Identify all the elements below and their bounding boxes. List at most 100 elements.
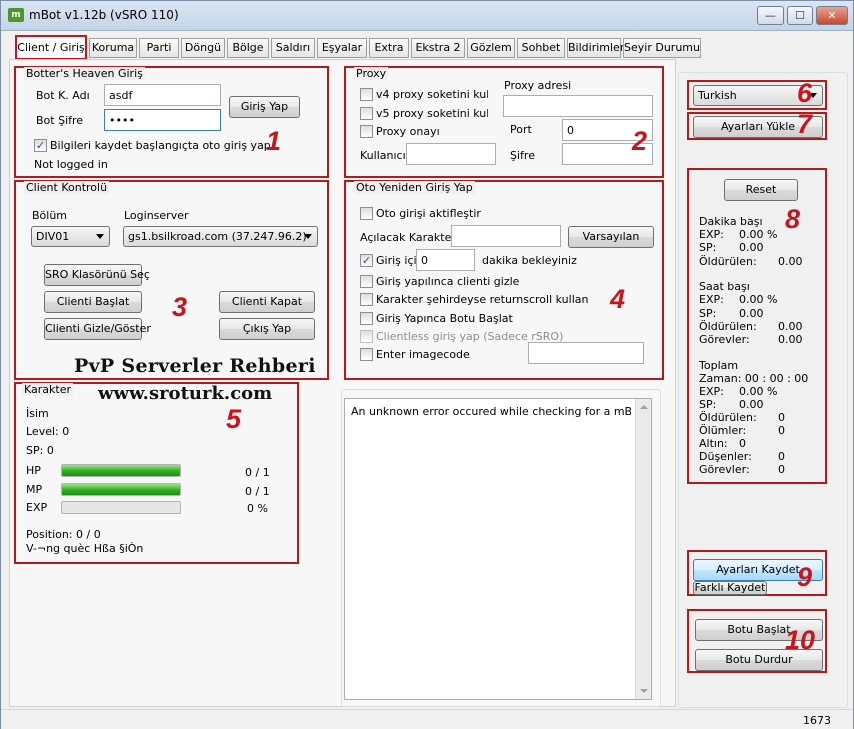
client-control-section: Client Kontrolü Bölüm DIV01 Loginserver … (14, 180, 329, 380)
loginserver-select[interactable]: gs1.bsilkroad.com (37.247.96.2) (123, 226, 318, 247)
auto-relogin-title: Oto Yeniden Giriş Yap (354, 181, 475, 194)
t-drop-value: 0 (778, 450, 785, 463)
returnscroll-label: Karakter şehirdeyse returnscroll kullan (376, 293, 589, 306)
reset-button[interactable]: Reset (724, 179, 798, 201)
log-textbox[interactable]: An unknown error occured while checking … (344, 398, 652, 700)
per-minute-title: Dakika başı (699, 215, 763, 228)
annotation-2: 2 (632, 126, 648, 156)
exp-bar (61, 501, 181, 514)
maximize-button[interactable]: ☐ (787, 6, 813, 25)
imagecode-label: Enter imagecode (376, 348, 470, 361)
scroll-down-icon[interactable] (640, 689, 648, 693)
character-to-open-input[interactable] (451, 225, 561, 247)
scroll-up-icon[interactable] (640, 405, 648, 409)
t-exp-label: EXP: (699, 385, 724, 398)
t-gold-label: Altın: (699, 437, 728, 450)
t-kill-value: 0 (778, 411, 785, 424)
pm-exp-label: EXP: (699, 228, 724, 241)
tab-sohbet[interactable]: Sohbet (517, 38, 565, 58)
tab-ekstra-2[interactable]: Ekstra 2 (411, 38, 465, 58)
chevron-down-icon (96, 234, 104, 239)
bot-pass-label: Bot Şifre (36, 114, 84, 127)
close-client-button[interactable]: Clienti Kapat (219, 291, 315, 313)
proxy-v4-checkbox[interactable] (360, 88, 373, 101)
bot-user-input[interactable] (104, 84, 221, 106)
division-label: Bölüm (32, 209, 68, 222)
start-bot-on-login-checkbox[interactable] (360, 312, 373, 325)
status-counter: 1673 (803, 714, 831, 727)
returnscroll-checkbox[interactable] (360, 293, 373, 306)
save-as-button[interactable]: Farklı Kaydet (693, 581, 767, 595)
exp-label: EXP (26, 501, 48, 514)
t-exp-value: 0.00 % (739, 385, 778, 398)
main-window: m mBot v1.12b (vSRO 110) — ☐ ✕ Client / … (0, 0, 854, 729)
log-scrollbar[interactable] (635, 399, 651, 699)
t-sp-value: 0.00 (739, 398, 764, 411)
window-title: mBot v1.12b (vSRO 110) (29, 8, 179, 22)
status-bar: 1673 (1, 709, 853, 729)
title-bar[interactable]: m mBot v1.12b (vSRO 110) — ☐ ✕ (1, 1, 853, 31)
imagecode-checkbox[interactable] (360, 348, 373, 361)
wait-minutes-input[interactable] (416, 249, 475, 271)
defaults-button[interactable]: Varsayılan (568, 226, 654, 248)
proxy-pass-label: Şifre (510, 149, 535, 162)
auto-login-checkbox[interactable] (360, 207, 373, 220)
tab-parti[interactable]: Parti (139, 38, 179, 58)
exp-value: 0 % (247, 502, 268, 515)
per-hour-title: Saat başı (699, 280, 750, 293)
mp-value: 0 / 1 (245, 485, 270, 498)
login-status: Not logged in (34, 158, 108, 171)
bot-pass-input[interactable] (104, 109, 221, 131)
select-folder-button[interactable]: SRO Klasörünü Seç (44, 264, 150, 286)
proxy-v5-label: v5 proxy soketini kullan (376, 107, 488, 120)
tab-seyir-durumu[interactable]: Seyir Durumu (623, 38, 701, 58)
wait-post-label: dakika bekleyiniz (482, 254, 577, 267)
tab-bildirimler[interactable]: Bildirimler (567, 38, 624, 58)
close-button[interactable]: ✕ (816, 6, 848, 25)
proxy-v5-checkbox[interactable] (360, 107, 373, 120)
tab-saldiri[interactable]: Saldırı (271, 38, 315, 58)
remember-checkbox[interactable] (34, 139, 47, 152)
loginserver-value: gs1.bsilkroad.com (37.247.96.2) (128, 230, 307, 243)
imagecode-input[interactable] (528, 342, 644, 364)
tab-client-giris[interactable]: Client / Giriş (15, 35, 87, 60)
proxy-address-label: Proxy adresi (504, 79, 572, 92)
app-icon: m (8, 8, 24, 22)
tab-gozlem[interactable]: Gözlem (467, 38, 515, 58)
proxy-address-input[interactable] (503, 95, 653, 117)
t-gold-value: 0 (739, 437, 746, 450)
total-time: Zaman: 00 : 00 : 00 (699, 372, 809, 385)
proxy-confirm-checkbox[interactable] (360, 125, 373, 138)
hide-show-client-button[interactable]: Clienti Gizle/Göster (44, 318, 151, 340)
mp-label: MP (26, 483, 43, 496)
wait-checkbox[interactable] (360, 254, 373, 267)
ph-exp-label: EXP: (699, 293, 724, 306)
level-text: Level: 0 (26, 425, 70, 438)
minimize-button[interactable]: — (757, 6, 784, 25)
division-value: DIV01 (36, 230, 70, 243)
save-settings-section: Ayarları Kaydet Farklı Kaydet 9 (687, 550, 827, 596)
chevron-down-icon (304, 234, 312, 239)
start-bot-on-login-label: Giriş Yapınca Botu Başlat (376, 312, 513, 325)
t-task-value: 0 (778, 463, 785, 476)
division-select[interactable]: DIV01 (31, 226, 110, 247)
t-sp-label: SP: (699, 398, 717, 411)
pm-kill-label: Öldürülen: (699, 255, 757, 268)
start-client-button[interactable]: Clienti Başlat (44, 291, 142, 313)
proxy-confirm-label: Proxy onayı (376, 125, 440, 138)
ph-task-value: 0.00 (778, 333, 803, 346)
clientless-checkbox[interactable] (360, 330, 373, 343)
tab-koruma[interactable]: Koruma (89, 38, 137, 58)
ph-kill-value: 0.00 (778, 320, 803, 333)
hide-client-label: Giriş yapılınca clienti gizle (376, 275, 520, 288)
character-to-open-label: Açılacak Karakter (360, 231, 456, 244)
character-section: Karakter İsim Level: 0 SP: 0 HP 0 / 1 MP… (14, 382, 299, 564)
proxy-user-input[interactable] (406, 143, 496, 165)
tab-bolge[interactable]: Bölge (227, 38, 269, 58)
hide-client-checkbox[interactable] (360, 275, 373, 288)
login-button[interactable]: Giriş Yap (229, 96, 300, 118)
tab-dongu[interactable]: Döngü (181, 38, 225, 58)
tab-esyalar[interactable]: Eşyalar (317, 38, 367, 58)
exit-button[interactable]: Çıkış Yap (219, 318, 315, 340)
tab-extra[interactable]: Extra (369, 38, 409, 58)
